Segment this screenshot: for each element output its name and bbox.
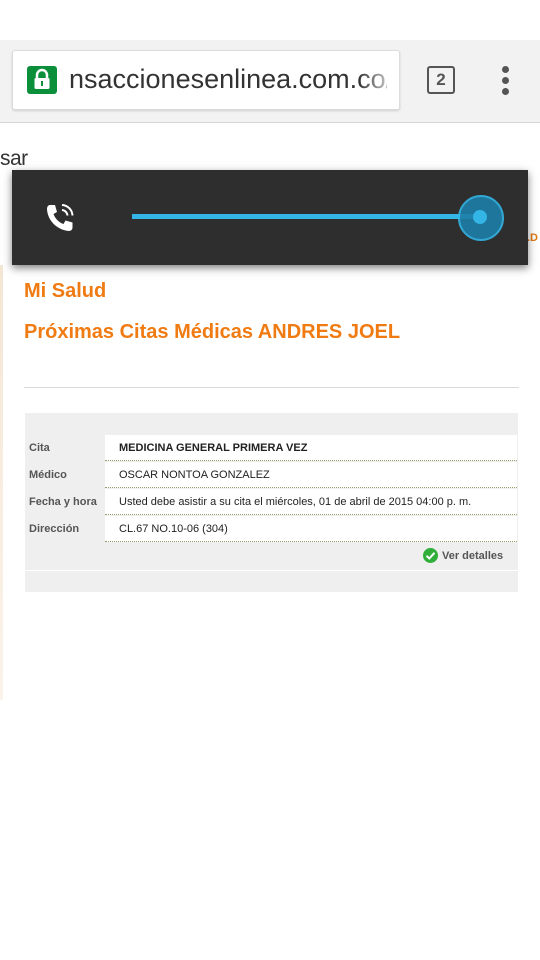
url-fade	[359, 51, 399, 109]
appointment-row-cita: Cita MEDICINA GENERAL PRIMERA VEZ	[25, 435, 518, 462]
panel-footer	[25, 570, 518, 571]
lock-icon[interactable]	[27, 66, 57, 94]
volume-slider-track[interactable]	[132, 214, 480, 219]
url-text[interactable]: nsaccionesenlinea.com.co/e	[69, 59, 387, 99]
row-value: CL.67 NO.10-06 (304)	[105, 516, 517, 542]
edge-label: .D	[527, 232, 538, 244]
site-logo-fragment[interactable]: sar	[0, 147, 28, 171]
tab-switcher-button[interactable]: 2	[427, 66, 455, 94]
view-details-label[interactable]: Ver detalles	[442, 548, 503, 564]
check-icon	[423, 548, 438, 563]
appointment-row-fecha: Fecha y hora Usted debe asistir a su cit…	[25, 489, 518, 516]
appointment-row-medico: Médico OSCAR NONTOA GONZALEZ	[25, 462, 518, 489]
left-rail	[0, 265, 3, 700]
row-label: Fecha y hora	[29, 496, 97, 508]
appointment-row-direccion: Dirección CL.67 NO.10-06 (304)	[25, 516, 518, 543]
url-bar[interactable]: nsaccionesenlinea.com.co/e	[12, 50, 400, 110]
row-label: Dirección	[29, 523, 80, 535]
appointment-panel: Cita MEDICINA GENERAL PRIMERA VEZ Médico…	[25, 413, 518, 592]
row-label: Cita	[29, 442, 50, 454]
volume-overlay	[12, 170, 528, 265]
appointments-title: Próximas Citas Médicas ANDRES JOEL	[24, 321, 401, 343]
overflow-menu-icon[interactable]	[496, 64, 516, 98]
status-bar	[0, 0, 540, 40]
phone-call-icon	[42, 200, 78, 236]
row-label: Médico	[29, 469, 67, 481]
volume-slider-thumb[interactable]	[473, 210, 487, 224]
row-value: Usted debe asistir a su cita el miércole…	[105, 489, 517, 515]
divider	[24, 387, 519, 388]
row-value: MEDICINA GENERAL PRIMERA VEZ	[105, 435, 517, 461]
section-title: Mi Salud	[24, 280, 107, 302]
browser-toolbar: nsaccionesenlinea.com.co/e 2	[0, 40, 540, 123]
row-value: OSCAR NONTOA GONZALEZ	[105, 462, 517, 488]
